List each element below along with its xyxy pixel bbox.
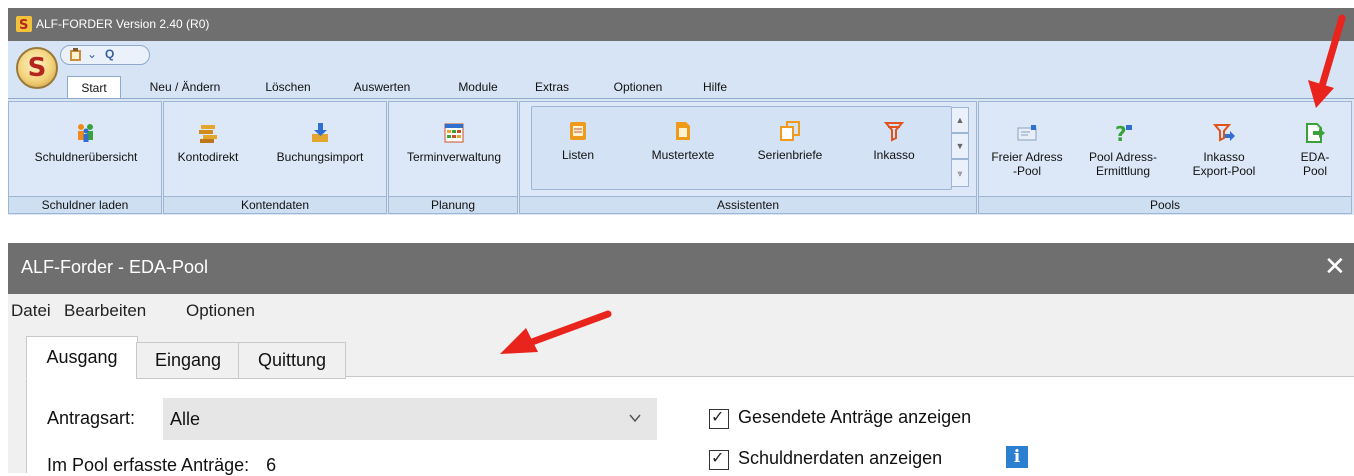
close-icon[interactable]: ✕ <box>1324 253 1346 279</box>
group-caption-planung: Planung <box>389 196 517 213</box>
gallery-scroll-up-button[interactable]: ▲ <box>951 107 969 133</box>
group-caption-schuldner: Schuldner laden <box>9 196 161 213</box>
dialog-title: ALF-Forder - EDA-Pool <box>21 257 209 277</box>
app-title: ALF-FORDER Version 2.40 (R0) <box>36 17 210 31</box>
mustertexte-label: Mustertexte <box>651 148 715 162</box>
antragsart-label: Antragsart: <box>47 408 136 428</box>
buchungsimport-button[interactable]: Buchungsimport <box>260 122 380 164</box>
freier-adress-pool-label-2: -Pool <box>1012 164 1041 178</box>
clipboard-icon[interactable] <box>69 48 83 62</box>
search-icon[interactable]: Q <box>105 47 114 61</box>
calendar-icon <box>444 123 464 143</box>
group-planung: Terminverwaltung Planung <box>388 101 518 214</box>
terminverwaltung-button[interactable]: Terminverwaltung <box>389 122 519 164</box>
inkasso-label: Inkasso <box>873 148 915 162</box>
copy-documents-icon <box>780 121 800 141</box>
app-titlebar: S ALF-FORDER Version 2.40 (R0) <box>8 8 1354 41</box>
pool-count-value: 6 <box>266 455 277 475</box>
tab-loeschen[interactable]: Löschen <box>253 76 323 98</box>
pool-adress-ermittlung-button[interactable]: ? Pool Adress- Ermittlung <box>1079 122 1167 178</box>
svg-text:?: ? <box>1115 122 1127 144</box>
question-mark-icon: ? <box>1115 122 1132 144</box>
tab-neu-aendern[interactable]: Neu / Ändern <box>140 76 230 98</box>
terminverwaltung-label: Terminverwaltung <box>406 150 502 164</box>
schuldnerdaten-checkbox[interactable] <box>709 448 729 470</box>
document-icon <box>676 122 690 140</box>
group-kontendaten: Kontodirekt Buchungsimport Kontendaten <box>163 101 387 214</box>
inkasso-button[interactable]: Inkasso <box>854 120 934 162</box>
funnel-export-icon <box>1213 124 1235 142</box>
tab-extras[interactable]: Extras <box>527 76 577 98</box>
kontodirekt-label: Kontodirekt <box>177 150 239 164</box>
schuldneruebersicht-label: Schuldnerübersicht <box>34 150 138 164</box>
coins-icon <box>199 125 217 143</box>
import-icon <box>312 123 328 142</box>
application-menu-button[interactable]: S <box>16 47 58 89</box>
group-caption-pools: Pools <box>979 196 1351 213</box>
freier-adress-pool-label-1: Freier Adress <box>991 150 1063 164</box>
gesendete-antraege-checkbox[interactable] <box>709 407 729 429</box>
tab-optionen[interactable]: Optionen <box>601 76 675 98</box>
group-caption-assistenten: Assistenten <box>520 196 976 213</box>
pool-adress-ermittlung-label-1: Pool Adress- <box>1088 150 1158 164</box>
inkasso-export-pool-button[interactable]: Inkasso Export-Pool <box>1179 122 1269 178</box>
qat-dropdown-chevron-icon[interactable]: ⌄ <box>87 47 97 61</box>
gesendete-antraege-label: Gesendete Anträge anzeigen <box>738 407 972 427</box>
svg-text:S: S <box>19 18 28 32</box>
annotation-arrow-icon <box>500 310 612 354</box>
pool-count-label: Im Pool erfasste Anträge: <box>47 455 250 475</box>
group-caption-kontendaten: Kontendaten <box>164 196 386 213</box>
schuldnerdaten-label: Schuldnerdaten anzeigen <box>738 448 943 468</box>
menu-bearbeiten[interactable]: Bearbeiten <box>64 301 146 321</box>
gallery-expand-button[interactable]: ⩔ <box>951 159 969 187</box>
schuldneruebersicht-button[interactable]: Schuldnerübersicht <box>9 122 163 164</box>
inkasso-export-pool-label-1: Inkasso <box>1203 150 1245 164</box>
gallery-scroll-down-button[interactable]: ▼ <box>951 133 969 159</box>
antragsart-select[interactable]: Alle <box>163 398 657 440</box>
pool-adress-ermittlung-label-2: Ermittlung <box>1095 164 1151 178</box>
chevron-down-icon <box>629 414 641 423</box>
serienbriefe-label: Serienbriefe <box>757 148 823 162</box>
app-orb-letter: S <box>27 53 47 83</box>
freier-adress-pool-button[interactable]: Freier Adress -Pool <box>985 122 1069 178</box>
mustertexte-button[interactable]: Mustertexte <box>638 120 728 162</box>
list-icon <box>570 122 586 140</box>
listen-label: Listen <box>561 148 595 162</box>
group-assistenten: Listen Mustertexte Serienbriefe Inkasso … <box>519 101 977 214</box>
dialog-titlebar: ALF-Forder - EDA-Pool ✕ <box>8 243 1354 294</box>
export-document-icon <box>1306 123 1325 143</box>
tab-ausgang[interactable]: Ausgang <box>26 336 138 379</box>
buchungsimport-label: Buchungsimport <box>276 150 364 164</box>
menu-datei[interactable]: Datei <box>11 301 51 321</box>
group-schuldner-laden: Schuldnerübersicht Schuldner laden <box>8 101 162 214</box>
eda-pool-label-1: EDA- <box>1300 150 1330 164</box>
funnel-icon <box>883 122 905 142</box>
kontodirekt-button[interactable]: Kontodirekt <box>170 122 246 164</box>
app-logo-icon: S <box>16 16 32 32</box>
tab-quittung[interactable]: Quittung <box>238 342 346 379</box>
tab-start[interactable]: Start <box>67 76 121 98</box>
eda-pool-button[interactable]: EDA- Pool <box>1285 122 1345 178</box>
envelope-icon <box>1017 125 1037 141</box>
tab-eingang[interactable]: Eingang <box>136 342 240 379</box>
menu-optionen[interactable]: Optionen <box>186 301 255 321</box>
serienbriefe-button[interactable]: Serienbriefe <box>742 120 838 162</box>
dialog-menubar: Datei Bearbeiten Optionen <box>8 294 1354 326</box>
tab-hilfe[interactable]: Hilfe <box>693 76 737 98</box>
people-icon <box>78 124 93 142</box>
tab-module[interactable]: Module <box>445 76 511 98</box>
inkasso-export-pool-label-2: Export-Pool <box>1192 164 1256 178</box>
annotation-arrow-icon <box>1308 14 1346 108</box>
group-pools: Freier Adress -Pool ? Pool Adress- Ermit… <box>978 101 1352 214</box>
eda-pool-label-2: Pool <box>1302 164 1328 178</box>
tab-auswerten[interactable]: Auswerten <box>340 76 424 98</box>
quick-access-toolbar: ⌄ Q <box>60 45 150 65</box>
antragsart-value: Alle <box>170 409 201 429</box>
listen-button[interactable]: Listen <box>538 120 618 162</box>
info-icon[interactable]: i <box>1006 446 1028 468</box>
